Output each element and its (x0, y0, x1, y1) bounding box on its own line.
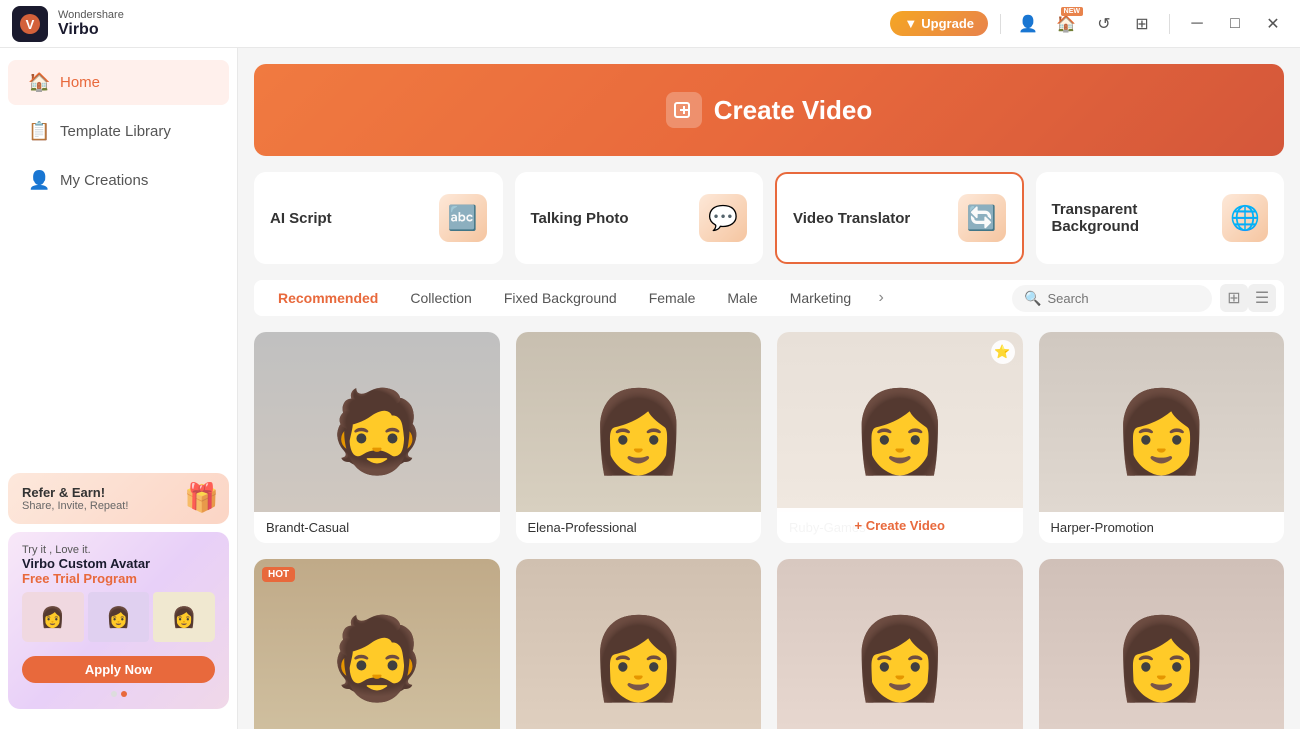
sidebar: 🏠 Home 📋 Template Library 👤 My Creations… (0, 48, 238, 729)
sidebar-item-home-label: Home (60, 74, 100, 91)
avatar-card-elena[interactable]: 👩 Elena-Professional (516, 332, 762, 543)
sidebar-item-my-creations[interactable]: 👤 My Creations (8, 158, 229, 203)
separator2 (1169, 14, 1170, 34)
video-translator-icon: 🔄 (958, 194, 1006, 242)
avatar-card-ruby[interactable]: 👩 ⭐ + Create Video Ruby-Games (777, 332, 1023, 543)
feature-cards: AI Script 🔤 Talking Photo 💬 Video Transl… (254, 172, 1284, 264)
dot-2 (121, 691, 127, 697)
talking-photo-icon: 💬 (699, 194, 747, 242)
maximize-icon[interactable]: □ (1220, 9, 1250, 39)
avatar-img-ruby: 👩 (777, 332, 1023, 512)
avatar-subtitle: Free Trial Program (22, 571, 215, 586)
avatar-img-unknown3: 👩 (777, 559, 1023, 729)
filter-tab-fixed-background[interactable]: Fixed Background (488, 284, 633, 312)
content-area: Create Video AI Script 🔤 Talking Photo 💬… (238, 48, 1300, 729)
filter-more-button[interactable]: › (867, 284, 895, 312)
logo-icon: V (12, 6, 48, 42)
ai-script-label: AI Script (270, 210, 332, 227)
creations-icon: 👤 (28, 170, 50, 191)
minimize-icon[interactable]: ─ (1182, 9, 1212, 39)
avatar-title: Virbo Custom Avatar (22, 556, 215, 571)
video-translator-label: Video Translator (793, 210, 910, 227)
avatar-card-unknown2[interactable]: 👩 (516, 559, 762, 729)
avatar-card-brandt[interactable]: 🧔 Brandt-Casual (254, 332, 500, 543)
grid-icon[interactable]: ⊞ (1127, 9, 1157, 39)
avatar-eyebrow: Try it , Love it. (22, 544, 215, 556)
feature-card-ai-script[interactable]: AI Script 🔤 (254, 172, 503, 264)
filter-tab-collection[interactable]: Collection (394, 284, 487, 312)
svg-text:V: V (26, 17, 35, 32)
sidebar-item-template-label: Template Library (60, 123, 171, 140)
sidebar-banners: 🎁 Refer & Earn! Share, Invite, Repeat! T… (0, 465, 237, 717)
apply-now-button[interactable]: Apply Now (22, 656, 215, 683)
logo: V Wondershare Virbo (12, 6, 890, 42)
avatar-card-unknown4[interactable]: 👩 (1039, 559, 1285, 729)
avatar-card-unknown3[interactable]: 👩 (777, 559, 1023, 729)
ai-script-icon: 🔤 (439, 194, 487, 242)
avatar-preview: 👩 👩 👩 (22, 592, 215, 642)
close-icon[interactable]: ✕ (1258, 9, 1288, 39)
list-view-button[interactable]: ☰ (1248, 284, 1276, 312)
avatar-name-harper: Harper-Promotion (1039, 512, 1285, 543)
filter-tab-recommended[interactable]: Recommended (262, 284, 394, 312)
titlebar: V Wondershare Virbo ▼ Upgrade 👤 🏠NEW ↺ ⊞… (0, 0, 1300, 48)
main-layout: 🏠 Home 📋 Template Library 👤 My Creations… (0, 48, 1300, 729)
banner-dots (22, 691, 215, 697)
titlebar-actions: ▼ Upgrade 👤 🏠NEW ↺ ⊞ ─ □ ✕ (890, 9, 1288, 39)
template-icon: 📋 (28, 121, 50, 142)
talking-photo-label: Talking Photo (531, 210, 629, 227)
hot-badge: HOT (262, 567, 295, 582)
avatar-card-unknown1[interactable]: 🧔 HOT (254, 559, 500, 729)
search-box: 🔍 (1012, 285, 1212, 312)
account-icon[interactable]: 👤 (1013, 9, 1043, 39)
avatar-name-elena: Elena-Professional (516, 512, 762, 543)
search-icon: 🔍 (1024, 290, 1041, 307)
upgrade-button[interactable]: ▼ Upgrade (890, 11, 988, 36)
grid-view-button[interactable]: ⊞ (1220, 284, 1248, 312)
sidebar-item-template-library[interactable]: 📋 Template Library (8, 109, 229, 154)
create-video-label: Create Video (714, 95, 872, 126)
create-video-icon (666, 92, 702, 128)
filter-row: Recommended Collection Fixed Background … (254, 280, 1284, 316)
avatar-img-unknown4: 👩 (1039, 559, 1285, 729)
transparent-bg-label: Transparent Background (1052, 201, 1222, 235)
home-nav-icon[interactable]: 🏠NEW (1051, 9, 1081, 39)
custom-avatar-banner: Try it , Love it. Virbo Custom Avatar Fr… (8, 532, 229, 709)
home-icon: 🏠 (28, 72, 50, 93)
feature-card-video-translator[interactable]: Video Translator 🔄 (775, 172, 1024, 264)
avatar-img-elena: 👩 (516, 332, 762, 512)
sidebar-item-creations-label: My Creations (60, 172, 148, 189)
filter-tab-male[interactable]: Male (711, 284, 773, 312)
refer-earn-banner[interactable]: 🎁 Refer & Earn! Share, Invite, Repeat! (8, 473, 229, 524)
logo-brand: Wondershare (58, 9, 124, 21)
avatar-name-brandt: Brandt-Casual (254, 512, 500, 543)
avatar-img-brandt: 🧔 (254, 332, 500, 512)
avatar-card-harper[interactable]: 👩 Harper-Promotion (1039, 332, 1285, 543)
feature-card-transparent-bg[interactable]: Transparent Background 🌐 (1036, 172, 1285, 264)
sidebar-item-home[interactable]: 🏠 Home (8, 60, 229, 105)
dot-1 (111, 691, 117, 697)
avatar-img-unknown2: 👩 (516, 559, 762, 729)
search-input[interactable] (1047, 291, 1187, 306)
refresh-icon[interactable]: ↺ (1089, 9, 1119, 39)
filter-tab-marketing[interactable]: Marketing (774, 284, 867, 312)
new-badge: NEW (1061, 7, 1083, 16)
create-video-banner[interactable]: Create Video (254, 64, 1284, 156)
separator (1000, 14, 1001, 34)
feature-card-talking-photo[interactable]: Talking Photo 💬 (515, 172, 764, 264)
transparent-bg-icon: 🌐 (1222, 194, 1268, 242)
filter-tab-female[interactable]: Female (633, 284, 712, 312)
avatar-star-ruby[interactable]: ⭐ (991, 340, 1015, 364)
avatar-grid: 🧔 Brandt-Casual 👩 Elena-Professional 👩 ⭐… (254, 332, 1284, 729)
create-video-overlay-ruby[interactable]: + Create Video (777, 508, 1023, 543)
refer-emoji: 🎁 (184, 481, 219, 514)
logo-name: Virbo (58, 21, 124, 39)
avatar-img-unknown1: 🧔 (254, 559, 500, 729)
avatar-img-harper: 👩 (1039, 332, 1285, 512)
